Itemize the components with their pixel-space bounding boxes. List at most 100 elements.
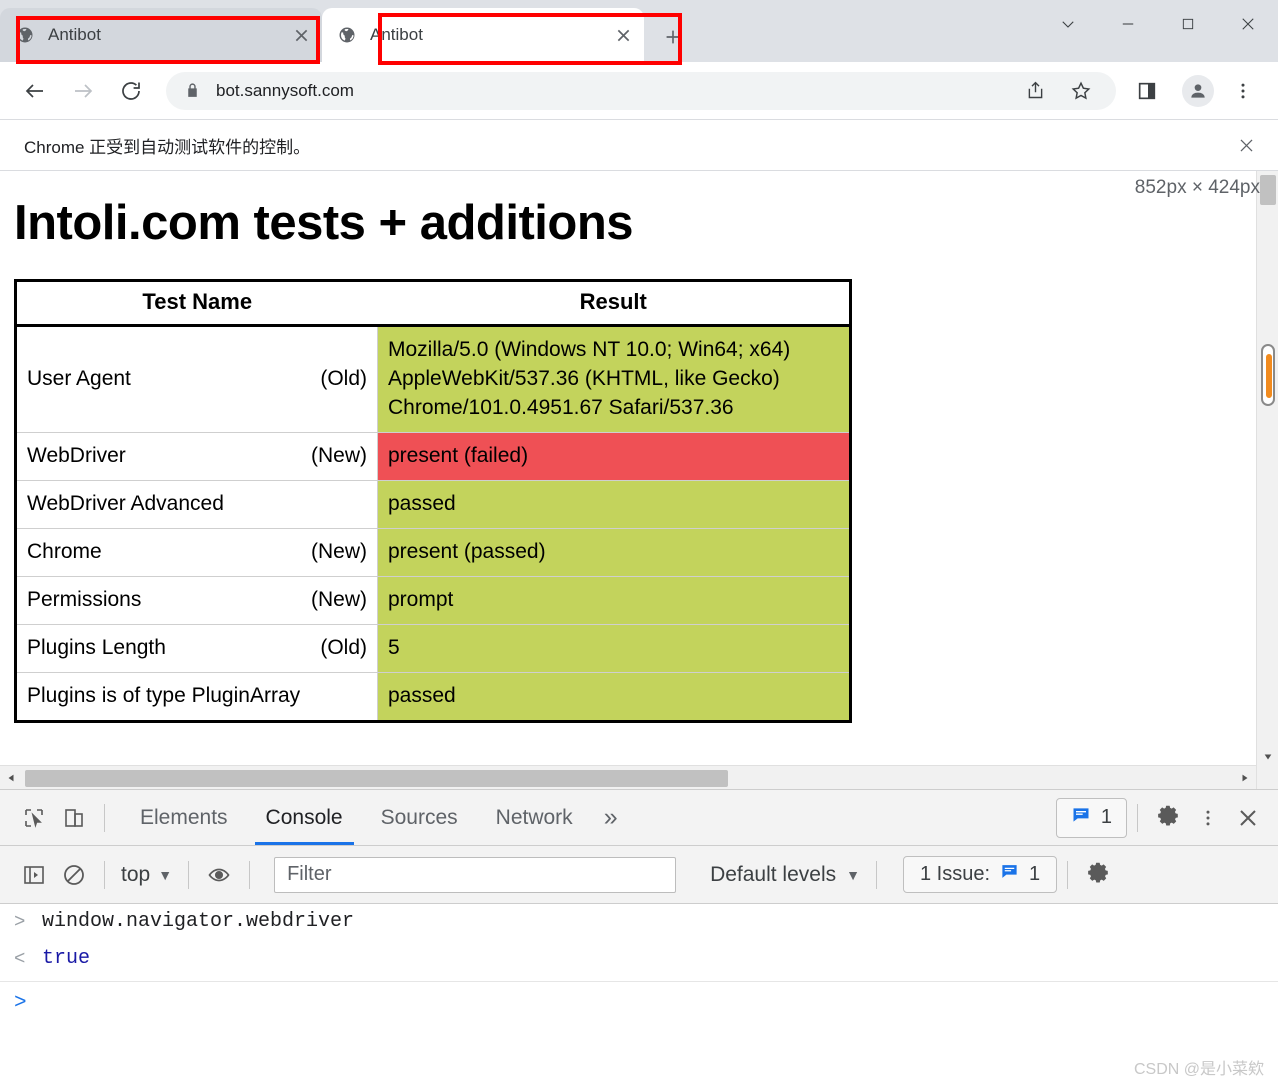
page-title: Intoli.com tests + additions (14, 196, 634, 250)
page-vertical-scrollbar[interactable] (1256, 171, 1278, 789)
divider (188, 860, 190, 889)
share-icon[interactable] (1014, 70, 1056, 112)
console-prompt[interactable]: > (0, 982, 1278, 1015)
clear-console-icon[interactable] (54, 855, 94, 895)
inspect-element-icon[interactable] (14, 798, 54, 838)
devtools-panel: Elements Console Sources Network » 1 top… (0, 789, 1278, 1087)
console-filter-input[interactable]: Filter (274, 856, 677, 893)
page-content: Intoli.com tests + additions Test Name R… (0, 171, 1255, 771)
more-tabs-icon[interactable]: » (592, 803, 630, 832)
table-row: User Agent (Old) Mozilla/5.0 (Windows NT… (15, 325, 851, 433)
log-levels-value: Default levels (710, 862, 837, 886)
issues-label: 1 Issue: (919, 863, 991, 885)
issues-count: 1 (1100, 806, 1112, 828)
profile-avatar[interactable] (1182, 74, 1214, 107)
table-row: WebDriver (New) present (failed) (15, 431, 851, 481)
devtools-menu-icon[interactable] (1188, 798, 1228, 838)
page-horizontal-scrollbar[interactable] (0, 765, 1256, 789)
chevron-down-icon: ▼ (158, 866, 173, 883)
cell-result: 5 (377, 623, 851, 673)
device-toolbar-icon[interactable] (54, 798, 94, 838)
back-button[interactable] (14, 70, 56, 112)
viewport-size-tooltip: 852px × 424px (1134, 177, 1260, 198)
scroll-down-arrow-icon[interactable] (1257, 747, 1278, 767)
output-prompt-icon: < (14, 947, 26, 970)
tab-title: Antibot (48, 25, 101, 44)
divider (1067, 860, 1069, 889)
test-name-label: Permissions (27, 588, 142, 612)
scroll-left-arrow-icon[interactable] (0, 766, 22, 789)
close-button[interactable] (1218, 2, 1278, 46)
issues-counter-button[interactable]: 1 Issue: 1 (902, 856, 1058, 893)
console-sidebar-icon[interactable] (14, 855, 54, 895)
automation-infobar-text: Chrome 正受到自动测试软件的控制。 (24, 137, 311, 157)
address-bar[interactable]: bot.sannysoft.com (166, 70, 1116, 112)
table-row: WebDriver Advanced passed (15, 479, 851, 529)
gear-icon[interactable] (1148, 798, 1188, 838)
tab-title: Antibot (370, 25, 423, 44)
globe-favicon-icon (338, 26, 356, 44)
table-head: Test Name Result (15, 280, 851, 327)
forward-button[interactable] (62, 70, 104, 112)
test-age-label: (New) (311, 444, 367, 468)
tab-close-button[interactable] (608, 20, 638, 50)
table-body: User Agent (Old) Mozilla/5.0 (Windows NT… (15, 325, 851, 722)
message-bubble-icon (1000, 862, 1019, 887)
chrome-menu-button[interactable] (1222, 70, 1264, 112)
test-age-label: (New) (311, 540, 367, 564)
tab-search-button[interactable] (1038, 2, 1098, 46)
prompt-caret-icon: > (14, 992, 27, 1016)
devtools-tab-list: Elements Console Sources Network » (121, 790, 630, 845)
tab-sources[interactable]: Sources (362, 790, 477, 845)
cell-test-name: Plugins is of type PluginArray (15, 671, 378, 722)
browser-tab-1[interactable]: Antibot (0, 8, 322, 62)
scrollbar-find-marker (1261, 344, 1275, 406)
devtools-header: Elements Console Sources Network » 1 (0, 790, 1278, 846)
divider (104, 803, 105, 832)
issues-badge-count: 1 (1029, 863, 1041, 885)
cell-test-name: Plugins Length (Old) (15, 623, 378, 673)
omnibox-actions (1010, 70, 1102, 112)
test-name-label: Plugins Length (27, 636, 166, 660)
cell-result: prompt (377, 575, 851, 625)
console-entry-input: > window.navigator.webdriver (0, 904, 1278, 941)
watermark: CSDN @是小菜欸 (1133, 1061, 1264, 1078)
cell-test-name: WebDriver Advanced (15, 479, 378, 529)
browser-tab-2[interactable]: Antibot (322, 8, 644, 62)
tab-elements[interactable]: Elements (121, 790, 247, 845)
url-text: bot.sannysoft.com (216, 80, 354, 100)
live-expression-eye-icon[interactable] (199, 855, 239, 895)
vertical-scrollbar-thumb[interactable] (1260, 175, 1276, 205)
devtools-header-actions: 1 (1055, 797, 1268, 838)
new-tab-button[interactable] (652, 16, 694, 58)
tab-console[interactable]: Console (247, 790, 362, 845)
console-output-text: true (42, 946, 91, 970)
side-panel-icon[interactable] (1126, 70, 1168, 112)
log-levels-select[interactable]: Default levels ▼ (704, 863, 866, 887)
minimize-button[interactable] (1098, 2, 1158, 46)
console-settings-gear-icon[interactable] (1078, 855, 1118, 895)
table-row: Chrome (New) present (passed) (15, 527, 851, 577)
reload-button[interactable] (110, 70, 152, 112)
bookmark-star-icon[interactable] (1060, 70, 1102, 112)
issues-badge[interactable]: 1 (1055, 797, 1127, 838)
divider (249, 860, 251, 889)
tab-close-button[interactable] (286, 20, 316, 50)
maximize-button[interactable] (1158, 2, 1218, 46)
table-row: Plugins Length (Old) 5 (15, 623, 851, 673)
tab-network[interactable]: Network (477, 790, 592, 845)
chevron-down-icon: ▼ (846, 866, 860, 883)
scroll-right-arrow-icon[interactable] (1234, 766, 1256, 789)
test-age-label: (New) (311, 588, 367, 612)
devtools-close-icon[interactable] (1228, 798, 1268, 838)
infobar-close-button[interactable] (1228, 127, 1264, 163)
console-output[interactable]: > window.navigator.webdriver < true > CS… (0, 904, 1278, 1087)
console-toolbar: top ▼ Filter Default levels ▼ 1 Issue: 1 (0, 846, 1278, 904)
console-input-text: window.navigator.webdriver (42, 910, 355, 933)
test-age-label: (Old) (320, 367, 367, 391)
cell-result: Mozilla/5.0 (Windows NT 10.0; Win64; x64… (377, 325, 851, 433)
console-entry-output: < true (0, 941, 1278, 978)
automation-infobar: Chrome 正受到自动测试软件的控制。 (0, 119, 1278, 171)
javascript-context-select[interactable]: top ▼ (115, 863, 178, 887)
horizontal-scrollbar-thumb[interactable] (25, 770, 728, 787)
